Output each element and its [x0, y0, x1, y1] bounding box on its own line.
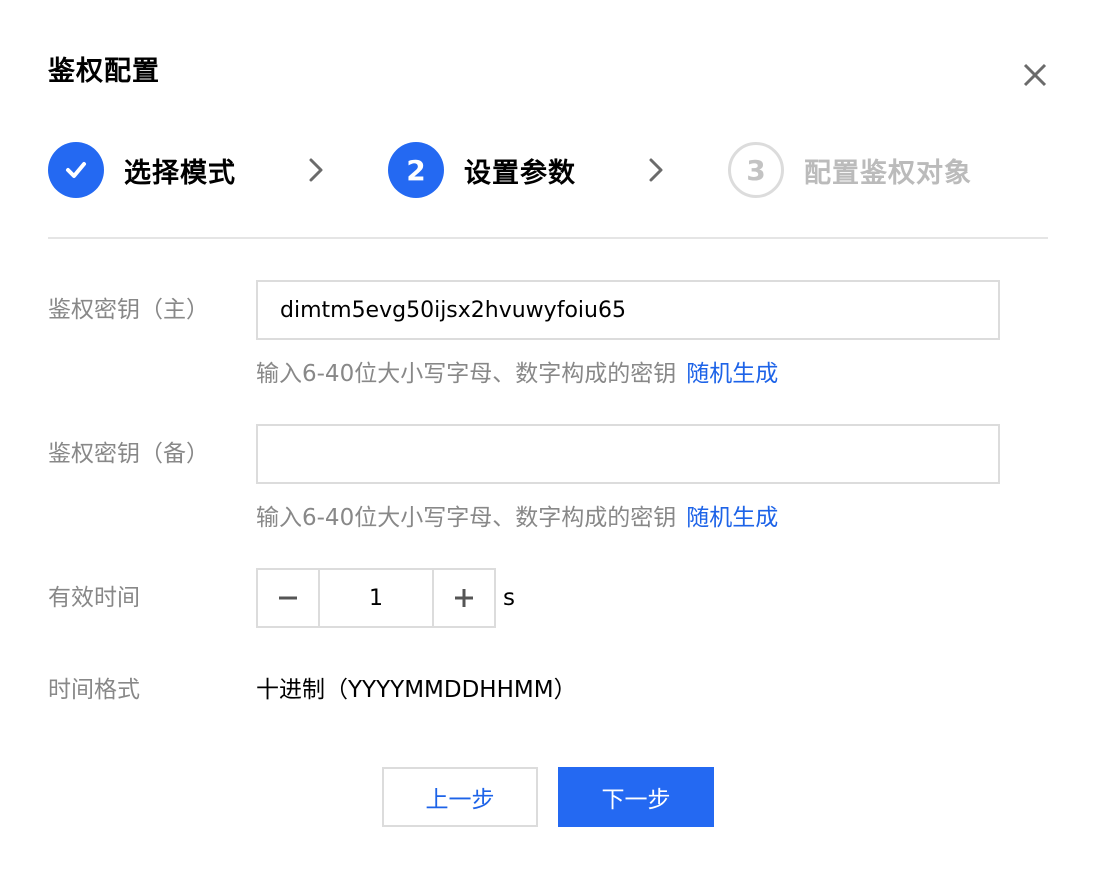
- minus-icon: [279, 596, 297, 600]
- check-icon: [48, 142, 104, 198]
- random-generate-link[interactable]: 随机生成: [686, 505, 778, 531]
- validity-stepper: [256, 568, 496, 628]
- backup-key-hint: 输入6-40位大小写字母、数字构成的密钥 随机生成: [256, 502, 778, 534]
- step-config-auth-target: 3 配置鉴权对象: [728, 142, 972, 198]
- auth-config-dialog: 鉴权配置 选择模式 2 设置参数 3 配置鉴权对象 鉴权密钥（主） dimtm5…: [0, 0, 1096, 876]
- validity-input[interactable]: [320, 570, 432, 626]
- prev-step-button[interactable]: 上一步: [382, 767, 538, 827]
- step-label: 选择模式: [124, 157, 236, 189]
- step-number: 3: [728, 142, 784, 198]
- step-indicator: 选择模式 2 设置参数 3 配置鉴权对象: [48, 142, 1048, 198]
- decrement-button[interactable]: [258, 570, 320, 626]
- step-label: 配置鉴权对象: [804, 157, 972, 189]
- step-label: 设置参数: [464, 157, 576, 189]
- primary-key-label: 鉴权密钥（主）: [48, 297, 209, 323]
- increment-button[interactable]: [432, 570, 494, 626]
- step-select-mode: 选择模式: [48, 142, 236, 198]
- dialog-title: 鉴权配置: [48, 56, 160, 87]
- validity-unit: s: [503, 585, 515, 611]
- backup-key-input[interactable]: [256, 424, 1000, 484]
- time-format-label: 时间格式: [48, 677, 140, 703]
- backup-key-label: 鉴权密钥（备）: [48, 441, 209, 467]
- time-format-value: 十进制（YYYYMMDDHHMM）: [256, 677, 577, 703]
- primary-key-input[interactable]: [256, 280, 1000, 340]
- chevron-right-icon: [642, 156, 670, 184]
- hint-text: 输入6-40位大小写字母、数字构成的密钥: [256, 505, 677, 531]
- random-generate-link[interactable]: 随机生成: [686, 361, 778, 387]
- plus-icon: [455, 589, 473, 607]
- validity-label: 有效时间: [48, 585, 140, 611]
- next-step-button[interactable]: 下一步: [558, 767, 714, 827]
- chevron-right-icon: [302, 156, 330, 184]
- primary-key-hint: 输入6-40位大小写字母、数字构成的密钥 随机生成: [256, 358, 778, 390]
- divider: [48, 237, 1048, 239]
- hint-text: 输入6-40位大小写字母、数字构成的密钥: [256, 361, 677, 387]
- close-icon[interactable]: [1018, 58, 1052, 92]
- step-number: 2: [388, 142, 444, 198]
- step-set-params: 2 设置参数: [388, 142, 576, 198]
